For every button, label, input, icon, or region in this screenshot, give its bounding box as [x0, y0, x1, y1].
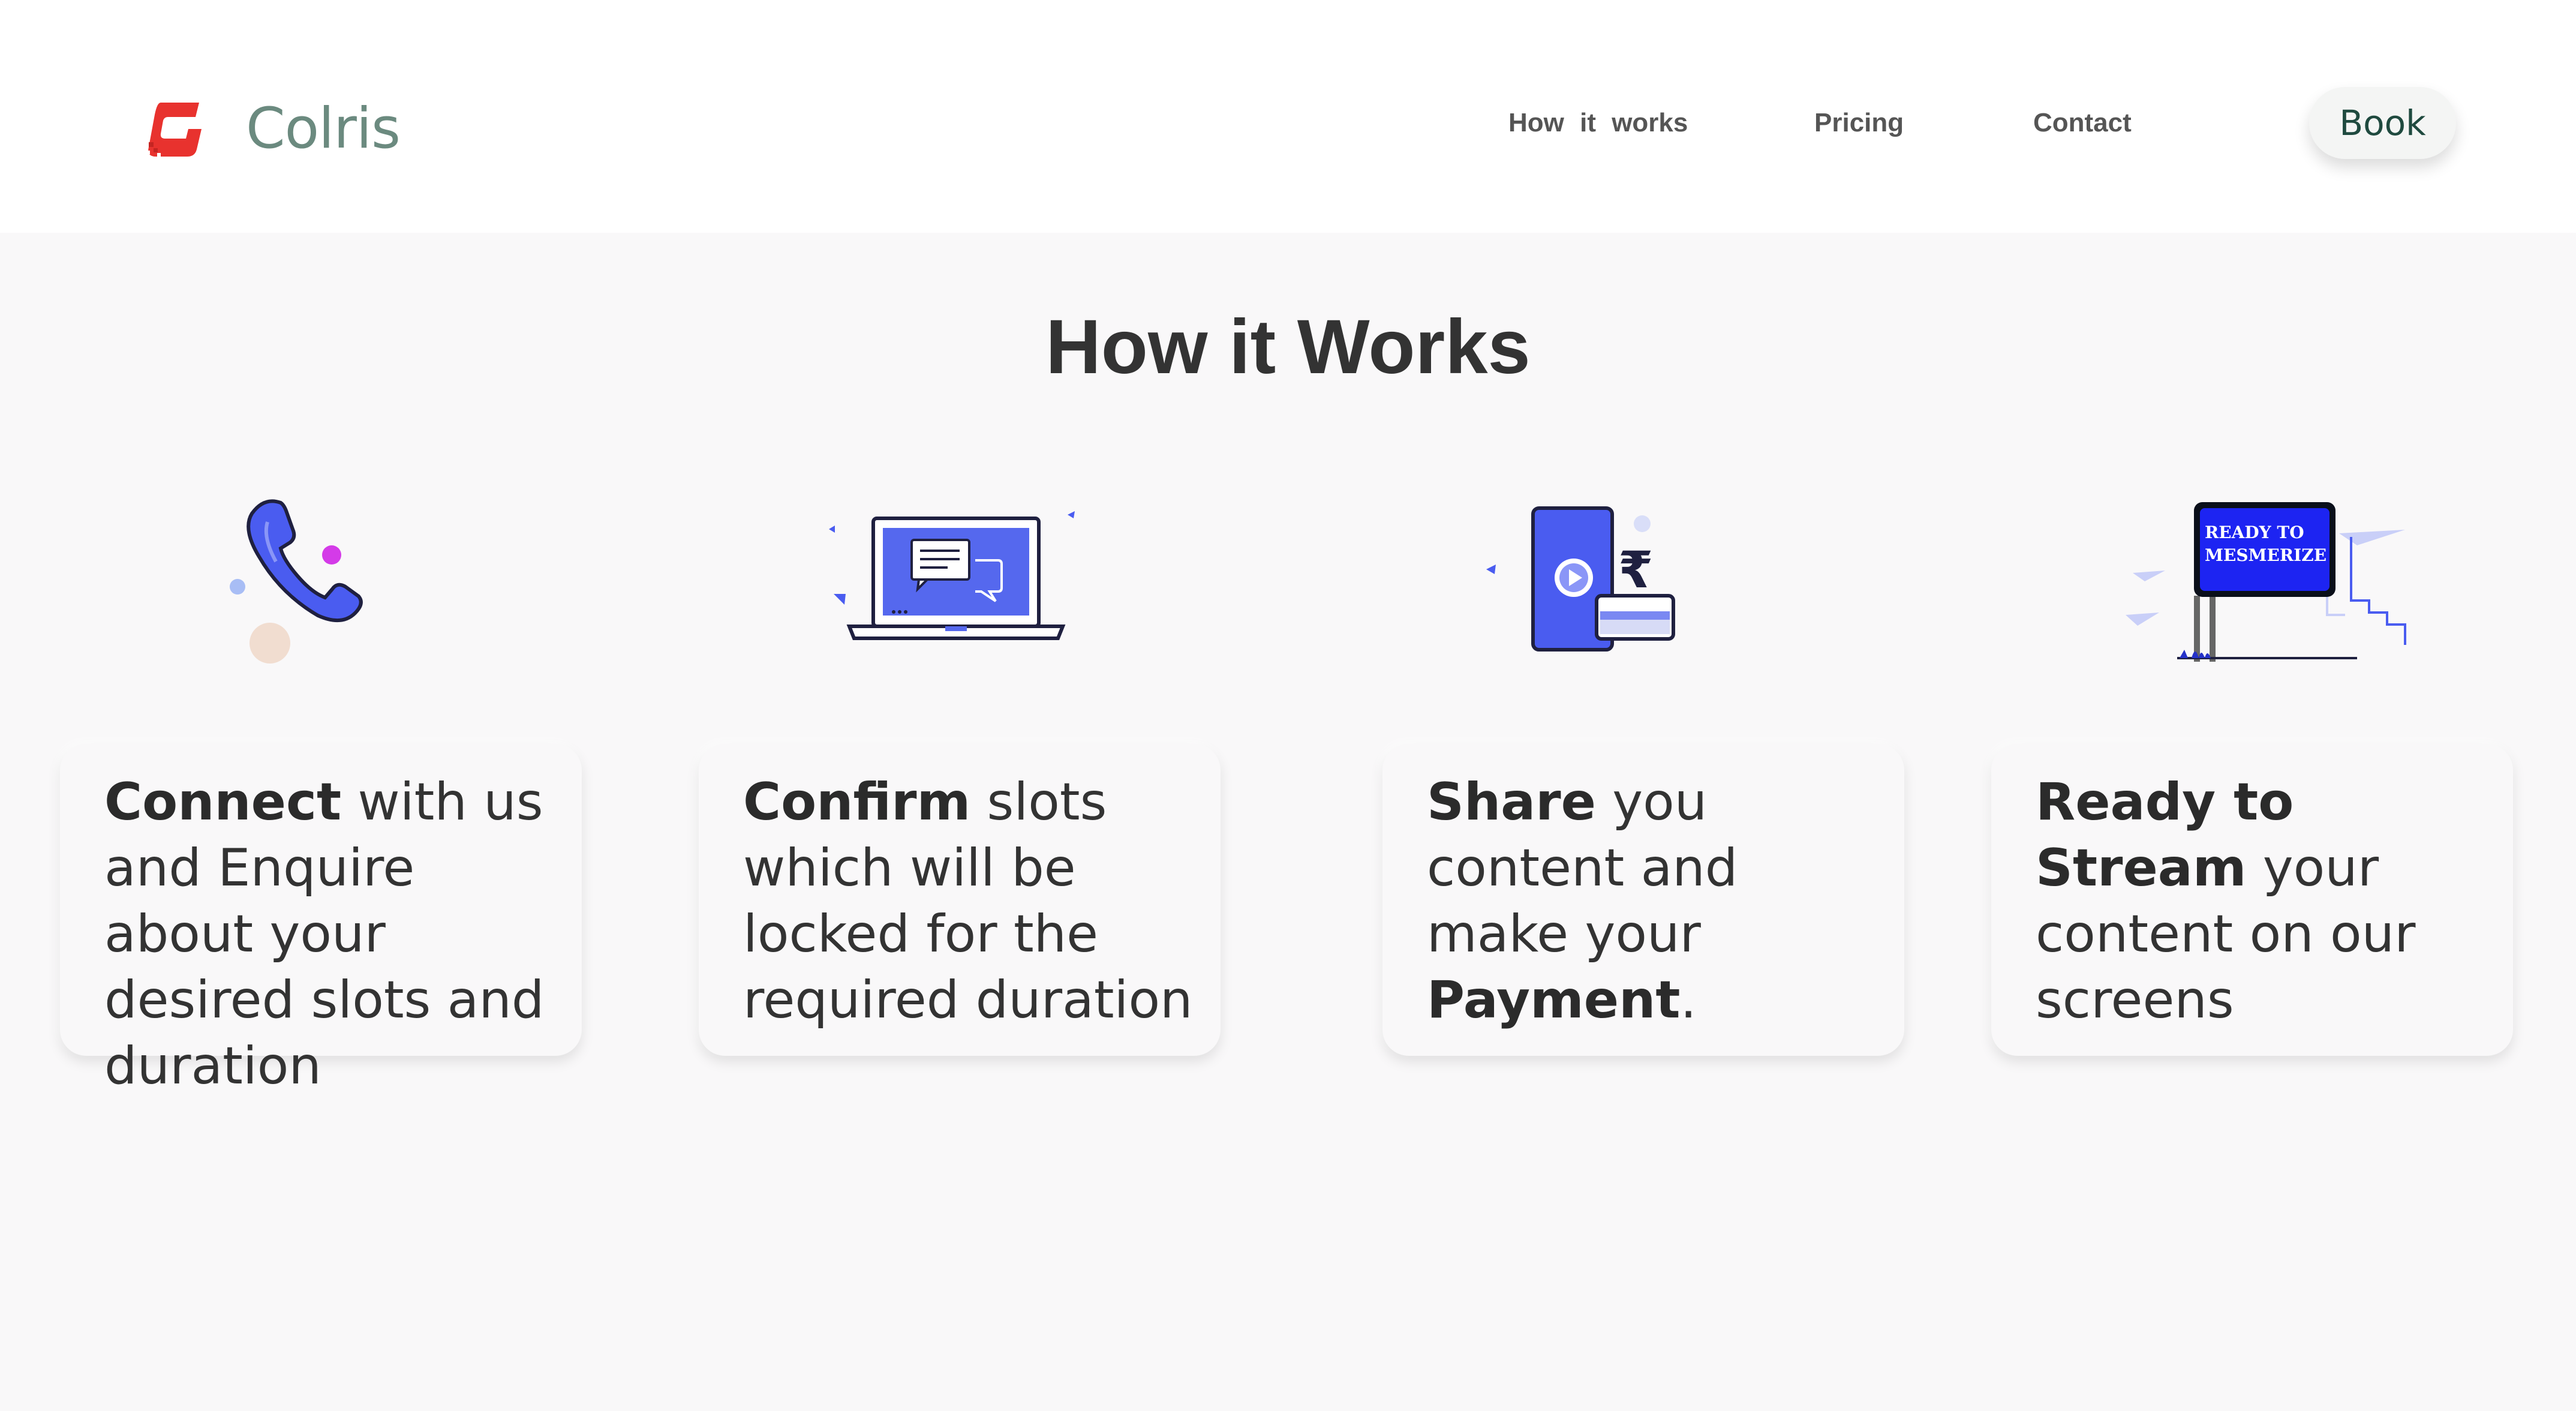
step-text: Connect with us and Enquire about your d…	[104, 769, 558, 1099]
step-card-confirm: Confirm slots which will be locked for t…	[699, 744, 1221, 1056]
step-bold: Confirm	[743, 772, 971, 832]
nav-pricing[interactable]: Pricing	[1814, 102, 1904, 144]
step-card-share: Share you content and make your Payment.	[1382, 744, 1904, 1056]
brand-name[interactable]: Colris	[246, 90, 401, 168]
mobile-payment-icon: ₹	[1486, 506, 1675, 652]
step-text: Confirm slots which will be locked for t…	[743, 769, 1197, 1033]
site-header: Colris How it works Pricing Contact Book	[0, 0, 2576, 233]
step-card-connect: Connect with us and Enquire about your d…	[60, 744, 582, 1096]
step-card-stream: Ready to Stream your content on our scre…	[1991, 744, 2513, 1056]
step-rest-end: .	[1680, 970, 1697, 1030]
billboard-line1: READY TO	[2205, 523, 2304, 542]
nav-contact[interactable]: Contact	[2033, 102, 2132, 144]
step-text: Share you content and make your Payment.	[1427, 769, 1880, 1033]
step-text: Ready to Stream your content on our scre…	[2036, 769, 2489, 1033]
step-bold: Share	[1427, 772, 1596, 832]
logo-icon[interactable]	[144, 99, 204, 160]
book-button[interactable]: Book	[2309, 87, 2456, 159]
step-bold: Connect	[104, 772, 342, 832]
section-title: How it Works	[1045, 304, 1531, 390]
rupee-symbol: ₹	[1618, 541, 1653, 599]
step-bold-payment: Payment	[1427, 970, 1681, 1030]
billboard-icon: READY TO MESMERIZE	[2126, 502, 2406, 662]
laptop-chat-icon	[829, 511, 1075, 640]
billboard-line2: MESMERIZE	[2205, 545, 2326, 565]
nav-how-it-works[interactable]: How it works	[1508, 102, 1688, 144]
phone-icon	[230, 499, 363, 664]
